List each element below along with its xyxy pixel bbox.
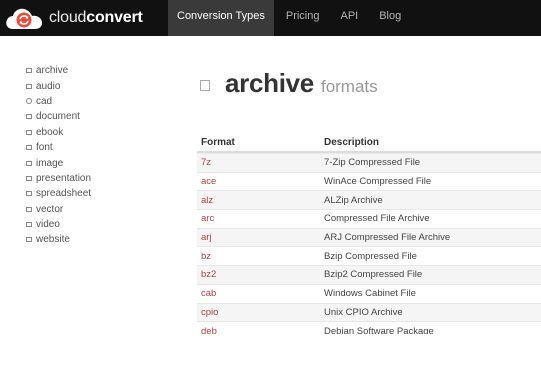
- sidebar-item-label: ebook: [36, 126, 64, 138]
- nav-api[interactable]: API: [331, 0, 367, 36]
- table-body: 7z 7-Zip Compressed File ace WinAce Compre…: [197, 153, 541, 340]
- sidebar-item-label: vector: [36, 203, 64, 215]
- audio-icon: [26, 83, 32, 89]
- sidebar-item-label: audio: [36, 80, 61, 92]
- format-description: Bzip Compressed File: [324, 250, 417, 262]
- table-row: bz Bzip Compressed File: [197, 246, 541, 265]
- format-link[interactable]: cpio: [197, 307, 324, 318]
- sidebar-item-label: presentation: [36, 172, 92, 184]
- format-link[interactable]: cab: [197, 288, 324, 299]
- sidebar-item-label: spreadsheet: [36, 188, 92, 200]
- table-header: Format Description: [197, 133, 541, 153]
- page-cutoff: [0, 334, 541, 368]
- sidebar-item-cad[interactable]: cad: [26, 94, 156, 109]
- sidebar-item-image[interactable]: image: [26, 155, 156, 170]
- table-row: 7z 7-Zip Compressed File: [197, 153, 541, 172]
- sidebar-item-label: image: [36, 157, 64, 169]
- video-icon: [26, 222, 32, 228]
- table-row: cpio Unix CPIO Archive: [197, 302, 541, 322]
- logo-text-prefix: cloud: [49, 9, 87, 26]
- sidebar-item-font[interactable]: font: [26, 140, 156, 155]
- presentation-icon: [26, 175, 32, 181]
- logo[interactable]: cloudconvert: [4, 5, 143, 31]
- sidebar-item-spreadsheet[interactable]: spreadsheet: [26, 186, 156, 201]
- sidebar-item-label: website: [36, 234, 70, 246]
- table-row: arj ARJ Compressed File Archive: [197, 227, 541, 247]
- format-description: Compressed File Archive: [324, 213, 430, 225]
- sidebar-item-audio[interactable]: audio: [26, 78, 156, 93]
- sidebar-item-archive[interactable]: archive: [26, 63, 156, 78]
- table-row: cab Windows Cabinet File: [197, 283, 541, 303]
- archive-category-icon: [200, 80, 210, 91]
- cad-icon: [26, 98, 32, 105]
- logo-text-strong: convert: [86, 9, 143, 26]
- format-description: 7-Zip Compressed File: [324, 157, 421, 169]
- sidebar-item-ebook[interactable]: ebook: [26, 125, 156, 140]
- category-sidebar: archive audio cad document ebook font im…: [26, 63, 156, 248]
- column-header-description: Description: [324, 136, 380, 148]
- format-description: ALZip Archive: [324, 194, 383, 206]
- format-link[interactable]: 7z: [197, 157, 324, 168]
- nav-pricing[interactable]: Pricing: [277, 0, 329, 36]
- format-link[interactable]: ace: [197, 176, 324, 187]
- top-navbar: cloudconvert Conversion Types Pricing AP…: [0, 0, 541, 36]
- table-row: ace WinAce Compressed File: [197, 171, 541, 191]
- table-row: alz ALZip Archive: [197, 190, 541, 210]
- page-title-main: archive: [225, 68, 314, 98]
- sidebar-item-label: document: [36, 111, 80, 123]
- document-icon: [26, 114, 32, 120]
- format-description: Bzip2 Compressed File: [324, 269, 423, 281]
- format-description: Windows Cabinet File: [324, 288, 416, 300]
- main-nav: Conversion Types Pricing API Blog: [168, 0, 410, 36]
- format-description: WinAce Compressed File: [324, 176, 432, 188]
- spreadsheet-icon: [26, 191, 32, 197]
- image-icon: [26, 160, 32, 166]
- sidebar-item-website[interactable]: website: [26, 232, 156, 247]
- sidebar-item-label: cad: [36, 95, 53, 107]
- table-row: bz2 Bzip2 Compressed File: [197, 265, 541, 284]
- sidebar-item-presentation[interactable]: presentation: [26, 171, 156, 186]
- format-link[interactable]: arc: [197, 213, 324, 224]
- page-title-sub: formats: [320, 77, 378, 96]
- sidebar-item-document[interactable]: document: [26, 109, 156, 124]
- format-link[interactable]: arj: [197, 232, 324, 243]
- sidebar-item-label: video: [36, 219, 60, 231]
- format-link[interactable]: alz: [197, 195, 324, 206]
- cloudconvert-logo-icon: [6, 8, 42, 29]
- nav-blog[interactable]: Blog: [370, 0, 410, 36]
- sidebar-item-video[interactable]: video: [26, 217, 156, 232]
- font-icon: [26, 145, 32, 151]
- nav-conversion-types[interactable]: Conversion Types: [168, 0, 274, 36]
- format-link[interactable]: bz: [197, 251, 324, 262]
- formats-table: Format Description 7z 7-Zip Compressed Fi…: [197, 133, 541, 340]
- archive-icon: [26, 68, 32, 74]
- format-description: Unix CPIO Archive: [324, 306, 403, 318]
- website-icon: [26, 237, 32, 243]
- sidebar-item-label: font: [36, 142, 53, 154]
- column-header-format: Format: [201, 136, 235, 148]
- format-description: ARJ Compressed File Archive: [324, 232, 451, 244]
- sidebar-item-label: archive: [36, 65, 69, 77]
- vector-icon: [26, 206, 32, 212]
- ebook-icon: [26, 129, 32, 135]
- table-row: arc Compressed File Archive: [197, 209, 541, 228]
- sidebar-item-vector[interactable]: vector: [26, 202, 156, 217]
- page-title: archive formats: [200, 68, 378, 99]
- format-link[interactable]: bz2: [197, 269, 324, 280]
- logo-text: cloudconvert: [49, 9, 143, 27]
